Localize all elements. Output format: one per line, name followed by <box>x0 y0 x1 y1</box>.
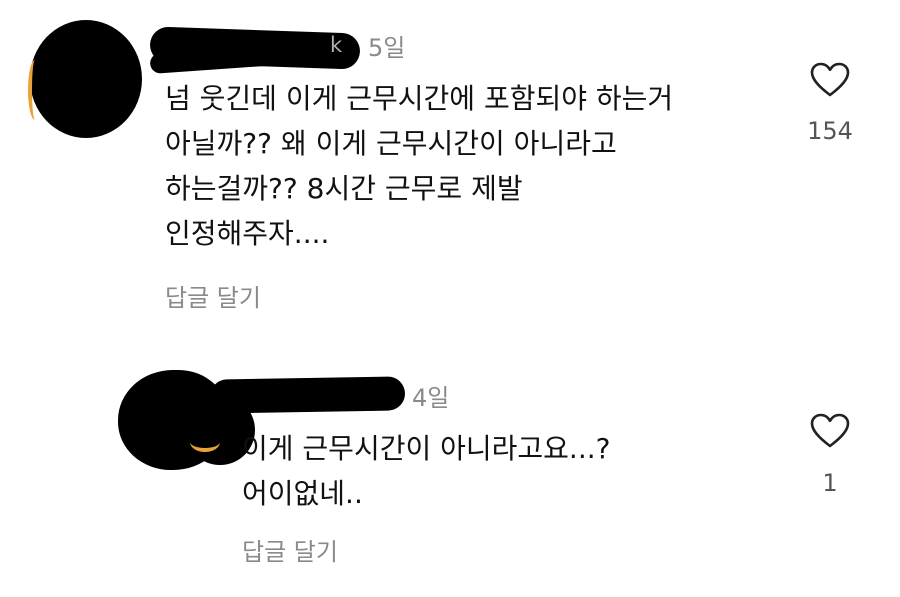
comment-timestamp: 5일 <box>368 34 406 62</box>
like-count: 1 <box>822 469 838 497</box>
comment-text: 이게 근무시간이 아니라고요...? 어이없네.. <box>242 426 611 516</box>
comment-text-line: 넘 웃긴데 이게 근무시간에 포함되야 하는거 <box>165 82 674 115</box>
comment-text-line: 이게 근무시간이 아니라고요...? <box>242 432 611 465</box>
author-name[interactable]: k <box>330 33 342 57</box>
author-name-redaction <box>209 376 406 414</box>
comment-text-line: 인정해주자.... <box>165 217 330 250</box>
avatar[interactable] <box>30 20 142 138</box>
comment-text-line: 하는걸까?? 8시간 근무로 제발 <box>165 172 523 205</box>
reply-button[interactable]: 답글 달기 <box>165 278 261 313</box>
avatar-ring <box>190 432 220 452</box>
comment-timestamp: 4일 <box>412 384 450 412</box>
avatar-ring <box>28 60 42 120</box>
reply-button[interactable]: 답글 달기 <box>242 532 338 567</box>
like-count: 154 <box>807 117 853 145</box>
comment-text: 넘 웃긴데 이게 근무시간에 포함되야 하는거 아닐까?? 왜 이게 근무시간이… <box>165 76 673 256</box>
heart-outline-icon[interactable] <box>810 62 850 98</box>
heart-outline-icon[interactable] <box>810 413 850 449</box>
comment-text-line: 아닐까?? 왜 이게 근무시간이 아니라고 <box>165 127 617 160</box>
comment: k 5일 넘 웃긴데 이게 근무시간에 포함되야 하는거 아닐까?? 왜 이게 … <box>0 0 900 330</box>
comment-text-line: 어이없네.. <box>242 477 363 510</box>
